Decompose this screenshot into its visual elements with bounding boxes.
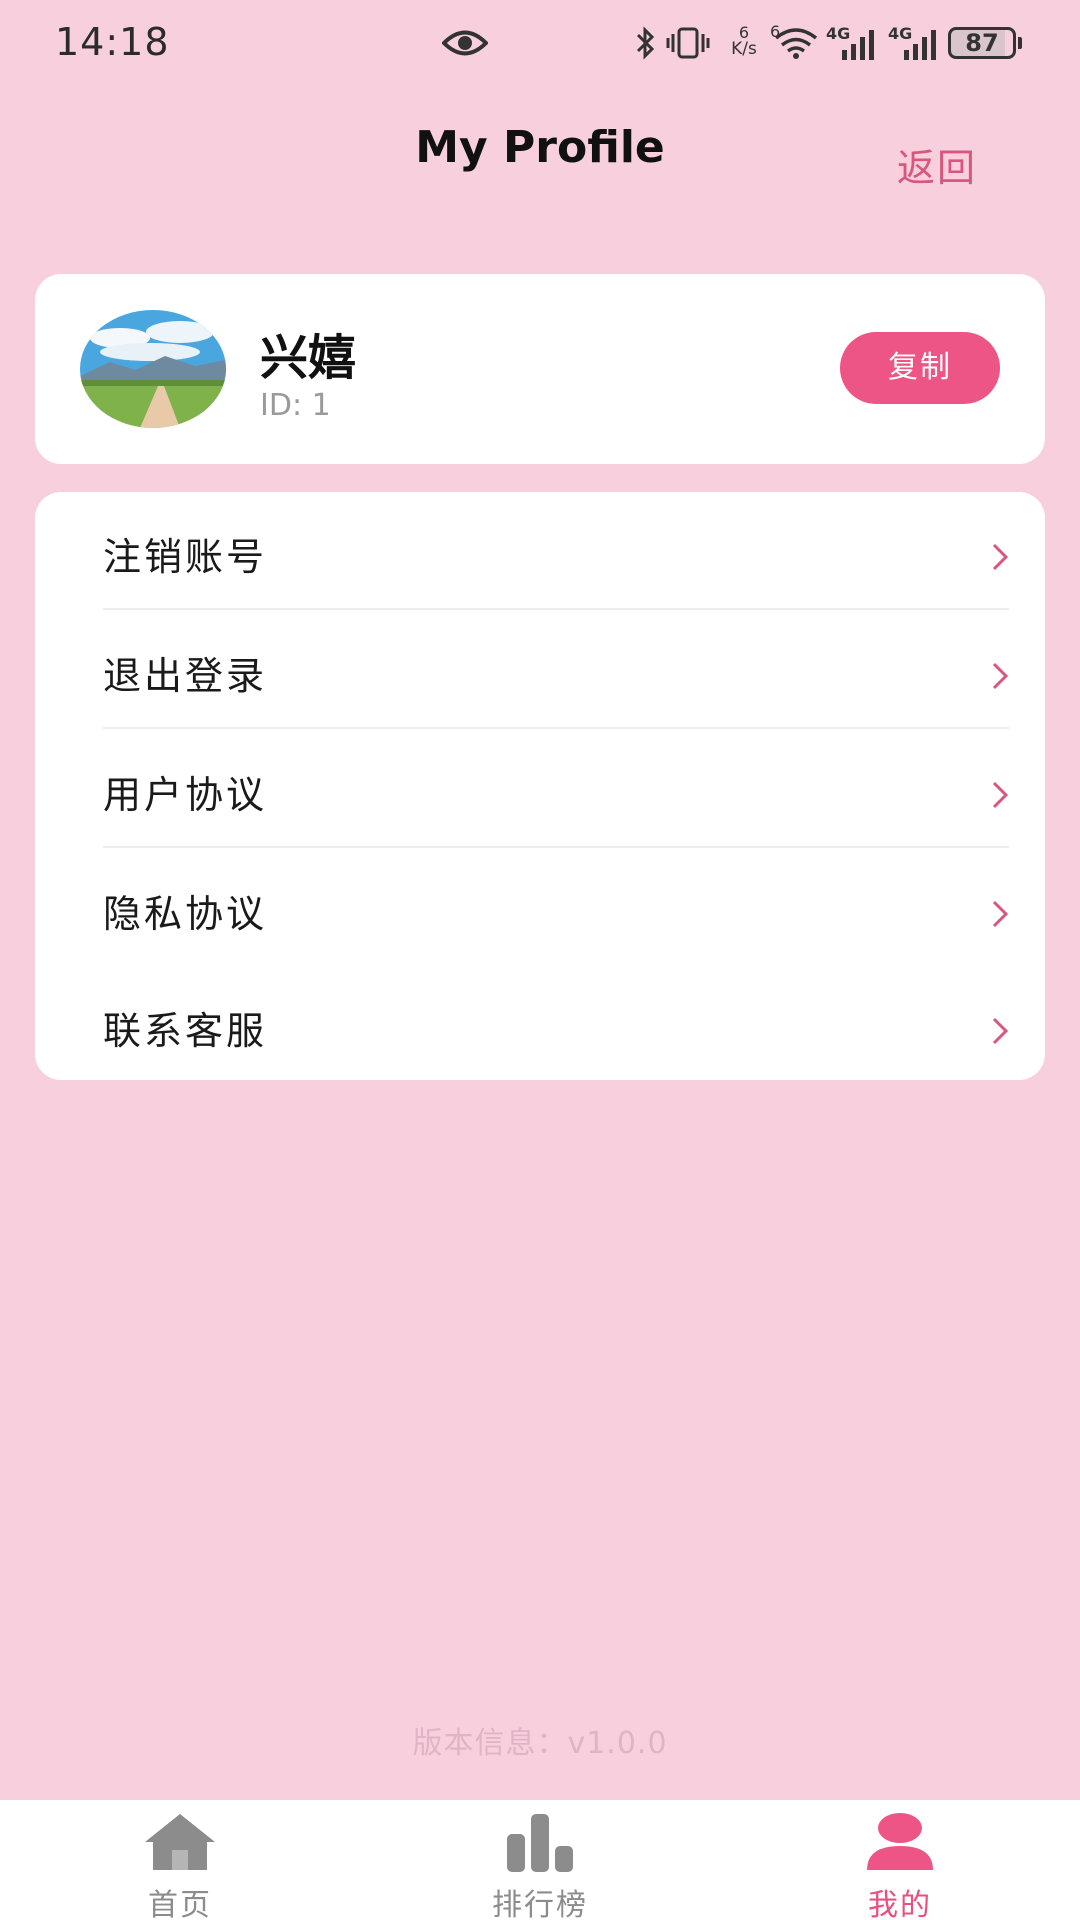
ranking-icon — [507, 1814, 573, 1872]
menu-item-privacy-policy[interactable]: 隐私协议 — [103, 849, 1045, 967]
signal-icon: 4G — [826, 24, 878, 60]
menu-item-label: 注销账号 — [103, 535, 268, 579]
tab-home[interactable]: 首页 — [80, 1800, 280, 1920]
battery-tip — [1018, 37, 1022, 49]
avatar[interactable] — [80, 310, 226, 428]
tab-label: 首页 — [148, 1888, 212, 1920]
menu-item-delete-account[interactable]: 注销账号 — [103, 492, 1045, 610]
version-info: 版本信息：v1.0.0 — [412, 1726, 668, 1761]
profile-id: ID: 1 — [260, 388, 331, 423]
menu-item-label: 退出登录 — [103, 654, 268, 698]
menu-item-label: 联系客服 — [103, 1009, 268, 1053]
bluetooth-icon — [636, 26, 655, 60]
chevron-right-icon — [992, 900, 1009, 928]
profile-card: 兴嬉 ID: 1 复制 — [35, 274, 1045, 464]
back-button[interactable]: 返回 — [897, 137, 977, 192]
net-speed: 6 K/s — [724, 24, 764, 64]
chevron-right-icon — [992, 662, 1009, 690]
profile-name: 兴嬉 — [260, 330, 357, 386]
battery-level: 87 — [965, 29, 999, 57]
net-speed-unit: K/s — [731, 39, 757, 59]
menu-item-label: 用户协议 — [103, 773, 268, 817]
chevron-right-icon — [992, 1017, 1009, 1045]
menu-card: 注销账号 退出登录 用户协议 隐私协议 联系客服 — [35, 492, 1045, 1080]
signal-icon: 4G — [888, 24, 940, 60]
tab-label: 排行榜 — [492, 1888, 588, 1920]
divider — [103, 727, 1009, 729]
vibrate-icon — [666, 27, 710, 59]
tab-profile[interactable]: 我的 — [800, 1800, 1000, 1920]
copy-button[interactable]: 复制 — [840, 332, 1000, 404]
menu-item-label: 隐私协议 — [103, 892, 268, 936]
bottom-nav: 首页 排行榜 我的 — [0, 1800, 1080, 1920]
avatar-landscape-image — [80, 310, 226, 428]
tab-label: 我的 — [868, 1888, 932, 1920]
wifi-badge: 6 — [770, 22, 781, 41]
eye-icon — [442, 30, 488, 56]
chevron-right-icon — [992, 781, 1009, 809]
divider — [103, 608, 1009, 610]
menu-item-contact-support[interactable]: 联系客服 — [103, 966, 1045, 1084]
status-bar: 14:18 6 K/s 6 4G 4G 87 — [0, 0, 1080, 90]
chevron-right-icon — [992, 543, 1009, 571]
home-icon — [145, 1814, 215, 1870]
battery-icon: 87 — [948, 27, 1016, 59]
menu-item-logout[interactable]: 退出登录 — [103, 611, 1045, 729]
status-time: 14:18 — [55, 20, 170, 64]
menu-item-user-agreement[interactable]: 用户协议 — [103, 730, 1045, 848]
divider — [103, 846, 1009, 848]
profile-icon — [867, 1813, 933, 1870]
tab-ranking[interactable]: 排行榜 — [440, 1800, 640, 1920]
